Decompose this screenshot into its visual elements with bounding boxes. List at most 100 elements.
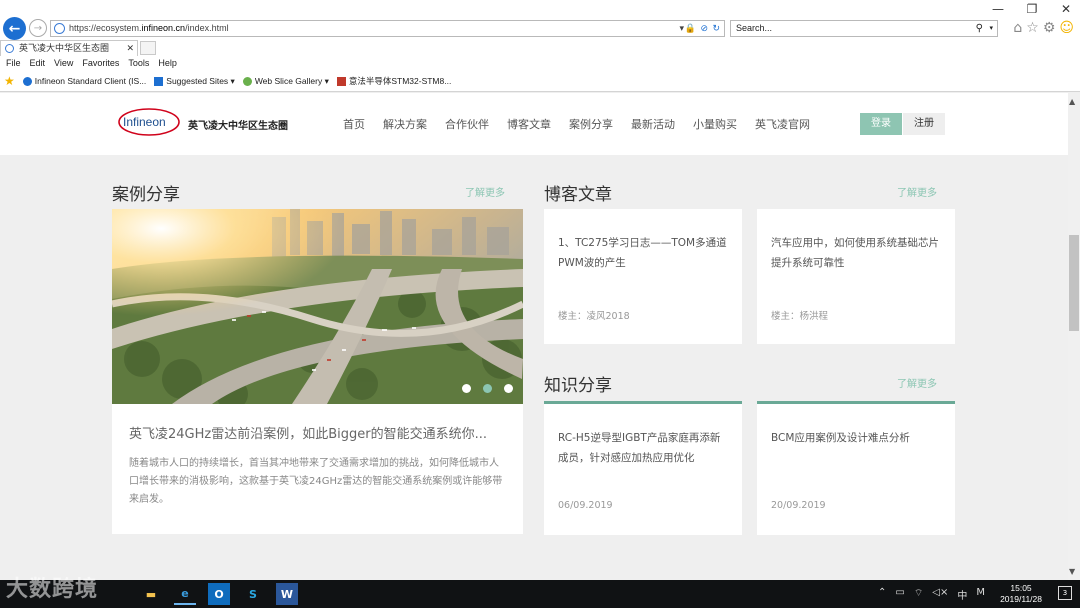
forward-button[interactable]: → bbox=[29, 19, 47, 37]
taskbar-apps: ▬ e O S W bbox=[140, 583, 298, 605]
volume-icon[interactable]: ◁× bbox=[932, 587, 948, 602]
knowledge-more-link[interactable]: 了解更多 bbox=[897, 375, 937, 390]
help-icon bbox=[22, 76, 32, 86]
nav-official-site[interactable]: 英飞凌官网 bbox=[755, 116, 810, 132]
nav-cases[interactable]: 案例分享 bbox=[569, 116, 613, 132]
knowledge-title[interactable]: RC-H5逆导型IGBT产品家庭再添新成员，针对感应加热应用优化 bbox=[558, 428, 730, 468]
internet-explorer-icon[interactable]: e bbox=[174, 583, 196, 605]
nav-events[interactable]: 最新活动 bbox=[631, 116, 675, 132]
web-slice-icon bbox=[242, 76, 252, 86]
login-button[interactable]: 登录 bbox=[860, 113, 902, 135]
arrow-right-icon: → bbox=[33, 22, 43, 34]
logo-text: Infineon bbox=[123, 115, 166, 129]
main-nav: 首页 解决方案 合作伙伴 博客文章 案例分享 最新活动 小量购买 英飞凌官网 bbox=[343, 116, 828, 132]
stop-icon[interactable]: ⊘ bbox=[700, 21, 708, 36]
blog-more-link[interactable]: 了解更多 bbox=[897, 184, 937, 199]
blog-author: 楼主：凌风2018 bbox=[558, 311, 630, 322]
blog-title[interactable]: 1、TC275学习日志——TOM多通道PWM波的产生 bbox=[558, 233, 730, 273]
knowledge-section-title: 知识分享 bbox=[544, 376, 612, 396]
home-icon[interactable]: ⌂ bbox=[1013, 20, 1022, 36]
skype-icon[interactable]: S bbox=[242, 583, 264, 605]
menu-view[interactable]: View bbox=[54, 58, 73, 68]
favorite-item[interactable]: 意法半导体STM32-STM8... bbox=[336, 75, 451, 87]
knowledge-title[interactable]: BCM应用案例及设计难点分析 bbox=[771, 428, 943, 448]
favorites-star-icon[interactable]: ☆ bbox=[1026, 20, 1039, 36]
tray-expand-icon[interactable]: ⌃ bbox=[878, 587, 886, 602]
blog-title[interactable]: 汽车应用中，如何使用系统基础芯片提升系统可靠性 bbox=[771, 233, 943, 273]
case-card[interactable]: 英飞凌24GHz雷达前沿案例，如此Bigger的智能交通系统你... 随着城市人… bbox=[112, 404, 523, 534]
register-button[interactable]: 注册 bbox=[903, 113, 945, 135]
scrollbar-thumb[interactable] bbox=[1069, 235, 1079, 331]
knowledge-card[interactable]: RC-H5逆导型IGBT产品家庭再添新成员，针对感应加热应用优化 06/09.2… bbox=[544, 401, 742, 535]
cases-more-link[interactable]: 了解更多 bbox=[465, 184, 505, 199]
url-path: /index.html bbox=[185, 23, 229, 33]
blog-author: 楼主：杨洪程 bbox=[771, 311, 829, 322]
menu-help[interactable]: Help bbox=[158, 58, 177, 68]
nav-shop[interactable]: 小量购买 bbox=[693, 116, 737, 132]
scroll-up-icon[interactable]: ▲ bbox=[1069, 97, 1075, 106]
nav-solutions[interactable]: 解决方案 bbox=[383, 116, 427, 132]
carousel-dots bbox=[462, 384, 513, 393]
new-tab-button[interactable] bbox=[140, 41, 156, 55]
arrow-left-icon: ← bbox=[8, 20, 21, 37]
menu-tools[interactable]: Tools bbox=[128, 58, 149, 68]
st-icon bbox=[336, 76, 346, 86]
blog-card[interactable]: 汽车应用中，如何使用系统基础芯片提升系统可靠性 楼主：杨洪程 bbox=[757, 209, 955, 344]
smiley-icon[interactable]: ☺ bbox=[1059, 20, 1074, 36]
favorites-star-icon[interactable]: ★ bbox=[4, 74, 15, 88]
favorite-item[interactable]: Suggested Sites ▾ bbox=[154, 76, 235, 87]
case-headline[interactable]: 英飞凌24GHz雷达前沿案例，如此Bigger的智能交通系统你... bbox=[129, 423, 509, 442]
gear-icon[interactable]: ⚙ bbox=[1043, 20, 1056, 36]
favorite-item[interactable]: Web Slice Gallery ▾ bbox=[242, 76, 329, 87]
page-scrollbar[interactable]: ▲ ▼ bbox=[1068, 93, 1080, 580]
nav-home[interactable]: 首页 bbox=[343, 116, 365, 132]
nav-partners[interactable]: 合作伙伴 bbox=[445, 116, 489, 132]
address-bar[interactable]: https://ecosystem.infineon.cn/index.html… bbox=[50, 20, 725, 37]
cases-section-title: 案例分享 bbox=[112, 185, 180, 205]
tab-title: 英飞凌大中华区生态圈 bbox=[19, 43, 110, 53]
menu-favorites[interactable]: Favorites bbox=[82, 58, 119, 68]
search-input[interactable]: Search... ⚲ ▾ bbox=[730, 20, 998, 37]
back-button[interactable]: ← bbox=[3, 17, 26, 40]
carousel-dot[interactable] bbox=[504, 384, 513, 393]
restore-icon[interactable]: ❐ bbox=[1024, 2, 1040, 16]
close-icon[interactable]: ✕ bbox=[1058, 2, 1074, 16]
outlook-icon[interactable]: O bbox=[208, 583, 230, 605]
carousel-dot[interactable] bbox=[462, 384, 471, 393]
menu-file[interactable]: File bbox=[6, 58, 21, 68]
file-explorer-icon[interactable]: ▬ bbox=[140, 583, 162, 605]
scroll-down-icon[interactable]: ▼ bbox=[1069, 567, 1075, 576]
blog-card[interactable]: 1、TC275学习日志——TOM多通道PWM波的产生 楼主：凌风2018 bbox=[544, 209, 742, 344]
clock[interactable]: 15:05 2019/11/28 bbox=[1000, 583, 1042, 605]
carousel-dot-active[interactable] bbox=[483, 384, 492, 393]
url-prefix: https://ecosystem. bbox=[69, 23, 142, 33]
system-tray: ⌃ ▭ ⌔ ◁× 中 M bbox=[878, 587, 985, 602]
nav-blog[interactable]: 博客文章 bbox=[507, 116, 551, 132]
watermark: 大数跨境 bbox=[6, 577, 99, 602]
battery-icon[interactable]: ▭ bbox=[895, 587, 904, 602]
word-icon[interactable]: W bbox=[276, 583, 298, 605]
ime-mode-icon[interactable]: M bbox=[976, 587, 985, 602]
case-description: 随着城市人口的持续增长，首当其冲地带来了交通需求增加的挑战，如何降低城市人口增长… bbox=[129, 458, 503, 505]
search-placeholder: Search... bbox=[736, 23, 773, 33]
ime-indicator[interactable]: 中 bbox=[957, 587, 967, 602]
tab-active[interactable]: 英飞凌大中华区生态圈 ✕ bbox=[0, 40, 138, 56]
highway-hero-image[interactable] bbox=[112, 209, 523, 404]
lock-icon[interactable]: 🔒 bbox=[685, 21, 696, 36]
window-controls: — ❐ ✕ bbox=[990, 2, 1074, 16]
notification-center-button[interactable]: 3 bbox=[1058, 586, 1072, 600]
search-icon[interactable]: ⚲ bbox=[976, 21, 983, 36]
favorite-item[interactable]: Infineon Standard Client (IS... bbox=[22, 76, 146, 86]
url-domain: infineon.cn bbox=[141, 23, 186, 33]
search-dropdown-icon[interactable]: ▾ bbox=[989, 21, 993, 36]
knowledge-card[interactable]: BCM应用案例及设计难点分析 20/09.2019 bbox=[757, 401, 955, 535]
network-icon[interactable]: ⌔ bbox=[914, 587, 923, 602]
refresh-icon[interactable]: ↻ bbox=[712, 21, 720, 36]
menu-edit[interactable]: Edit bbox=[30, 58, 46, 68]
tab-close-icon[interactable]: ✕ bbox=[126, 41, 134, 55]
minimize-icon[interactable]: — bbox=[990, 2, 1006, 16]
tab-favicon-icon bbox=[5, 44, 14, 53]
knowledge-date: 20/09.2019 bbox=[771, 500, 826, 511]
dropdown-icon[interactable]: ▾ bbox=[679, 21, 684, 36]
infineon-logo[interactable]: Infineon bbox=[117, 107, 181, 137]
